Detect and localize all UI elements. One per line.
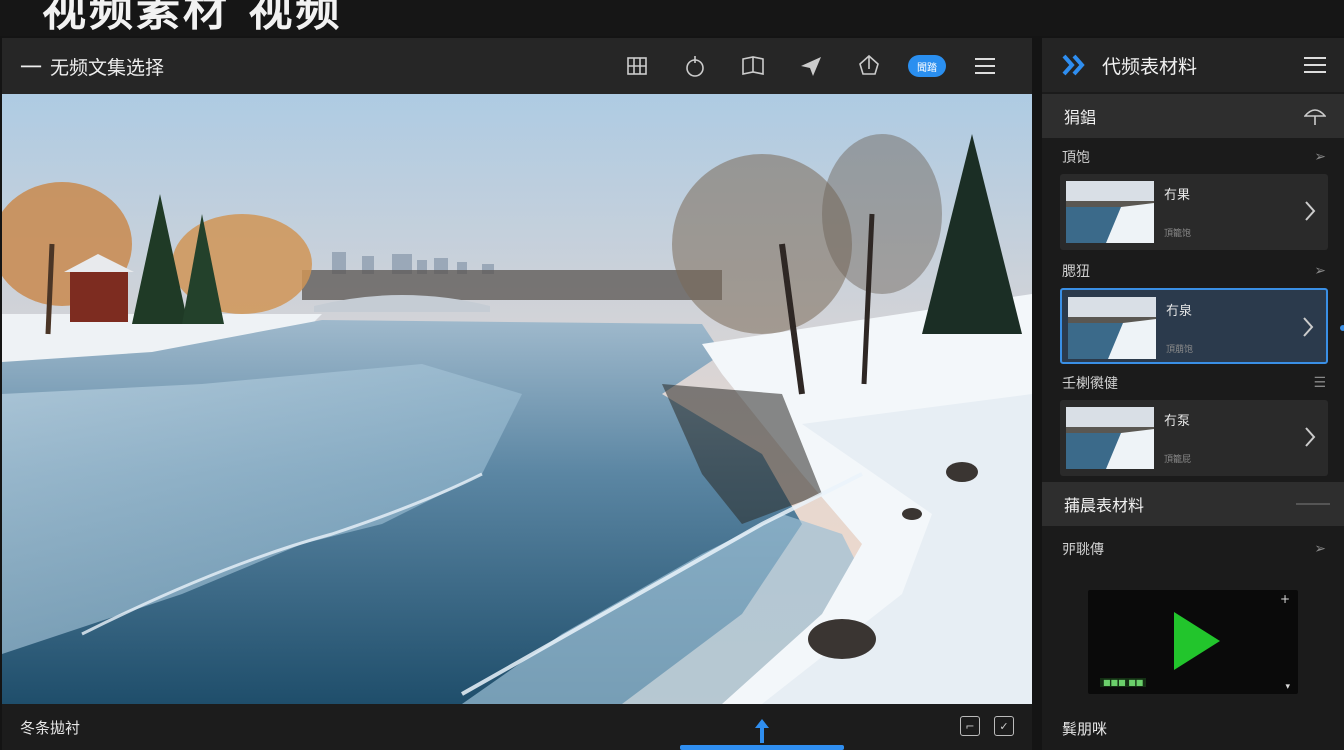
book-icon-button[interactable] bbox=[724, 38, 782, 94]
main-panel: 一 无频文集选择 聞踏 冬条拋衬 ⌐ ✓ bbox=[2, 38, 1032, 750]
section-1-label: 頂饱 bbox=[1062, 150, 1090, 166]
chevron-right-icon: ➢ bbox=[1314, 541, 1326, 557]
section-row-1[interactable]: 頂饱 ➢ bbox=[1042, 140, 1344, 174]
main-header: 一 无频文集选择 聞踏 bbox=[2, 38, 1032, 94]
partial-window-title: 视频素材 视频 bbox=[42, 0, 343, 36]
hamburger-menu-button[interactable] bbox=[956, 38, 1014, 94]
page-title: 无频文集选择 bbox=[50, 56, 165, 79]
clip-meta: 頂萠饱 bbox=[1166, 345, 1194, 355]
check-box-icon[interactable]: ✓ bbox=[994, 716, 1014, 736]
chevron-right-icon: ➢ bbox=[1314, 263, 1326, 279]
grid-icon-button[interactable] bbox=[608, 38, 666, 94]
sidebar-footer-label: 髸朋咪 bbox=[1062, 720, 1108, 738]
video-timeline: ■■■ ■■ bbox=[1100, 678, 1147, 687]
main-footer: 冬条拋衬 ⌐ ✓ bbox=[2, 704, 1032, 750]
location-label: 冬条拋衬 bbox=[20, 718, 81, 737]
send-icon bbox=[801, 57, 821, 76]
badge-pill-button[interactable]: 聞踏 bbox=[898, 38, 956, 94]
clip-thumbnail bbox=[1066, 181, 1154, 243]
clip-title: 冇泵 bbox=[1164, 414, 1191, 429]
video-section-row[interactable]: 戼聎傳 ➢ bbox=[1042, 532, 1344, 566]
clip-meta: 頂籠屁 bbox=[1164, 455, 1192, 465]
play-icon[interactable] bbox=[1172, 610, 1222, 672]
apple-icon-button[interactable] bbox=[666, 38, 724, 94]
hamburger-menu-icon bbox=[975, 58, 995, 74]
section-3-label: 壬楋㣸健 bbox=[1062, 376, 1118, 392]
upload-handle[interactable] bbox=[680, 719, 844, 750]
video-section-label: 戼聎傳 bbox=[1062, 542, 1104, 558]
send-icon-button[interactable] bbox=[782, 38, 840, 94]
video-player[interactable]: + ■■■ ■■ ▾ bbox=[1088, 590, 1298, 694]
toolbar: 聞踏 bbox=[608, 38, 1014, 94]
grid-icon bbox=[627, 57, 647, 75]
book-icon bbox=[742, 56, 764, 75]
group-1-label: 狷錩 bbox=[1064, 108, 1097, 127]
clip-card-2-selected[interactable]: 冇泉 頂萠饱 bbox=[1060, 288, 1328, 364]
clip-thumbnail bbox=[1068, 297, 1156, 359]
collapse-line-icon bbox=[1296, 503, 1330, 505]
chevron-right-icon bbox=[1303, 317, 1314, 337]
back-button[interactable]: 一 无频文集选择 bbox=[20, 50, 164, 82]
section-2-label: 腮狃 bbox=[1062, 264, 1090, 280]
section-row-3[interactable]: 壬楋㣸健 ☰ bbox=[1042, 366, 1344, 400]
back-dash-icon: 一 bbox=[20, 56, 43, 81]
apple-icon bbox=[686, 56, 704, 77]
chevron-down-icon[interactable]: ▾ bbox=[1285, 682, 1290, 692]
clip-title: 冇泉 bbox=[1166, 304, 1193, 319]
top-strip: 视频素材 视频 bbox=[0, 0, 1344, 36]
material-sidebar: 代频表材料 狷錩 頂饱 ➢ 冇果 頂籠饱 腮狃 ➢ 冇泉 頂萠饱 壬楋㣸健 ☰ bbox=[1042, 38, 1344, 750]
preview-image-frozen-lake bbox=[2, 94, 1032, 704]
upload-arrow-icon bbox=[755, 719, 769, 743]
clip-meta: 頂籠饱 bbox=[1164, 229, 1192, 239]
compass-icon bbox=[859, 54, 879, 75]
umbrella-icon bbox=[1304, 109, 1326, 125]
clip-thumbnail bbox=[1066, 407, 1154, 469]
sidebar-title: 代频表材料 bbox=[1102, 55, 1198, 78]
group-header-1[interactable]: 狷錩 bbox=[1042, 94, 1344, 138]
section-row-2[interactable]: 腮狃 ➢ bbox=[1042, 254, 1344, 288]
sidebar-header: 代频表材料 bbox=[1042, 38, 1344, 92]
clip-card-3[interactable]: 冇泵 頂籠屁 bbox=[1060, 400, 1328, 476]
upload-bar bbox=[680, 745, 844, 750]
list-arrow-icon: ☰ bbox=[1313, 375, 1326, 391]
clip-card-1[interactable]: 冇果 頂籠饱 bbox=[1060, 174, 1328, 250]
chevron-right-icon: ➢ bbox=[1314, 149, 1326, 165]
double-chevron-icon[interactable] bbox=[1062, 54, 1088, 76]
badge-pill: 聞踏 bbox=[908, 55, 946, 77]
clip-title: 冇果 bbox=[1164, 188, 1191, 203]
group-header-2[interactable]: 蒱晨表材料 bbox=[1042, 482, 1344, 526]
chevron-right-icon bbox=[1305, 201, 1316, 221]
footer-icons: ⌐ ✓ bbox=[960, 716, 1014, 736]
compass-icon-button[interactable] bbox=[840, 38, 898, 94]
selection-indicator bbox=[1340, 325, 1344, 331]
crop-icon[interactable]: ⌐ bbox=[960, 716, 980, 736]
plus-icon[interactable]: + bbox=[1280, 592, 1290, 606]
list-menu-icon[interactable] bbox=[1304, 56, 1326, 74]
group-2-label: 蒱晨表材料 bbox=[1064, 496, 1145, 515]
chevron-right-icon bbox=[1305, 427, 1316, 447]
